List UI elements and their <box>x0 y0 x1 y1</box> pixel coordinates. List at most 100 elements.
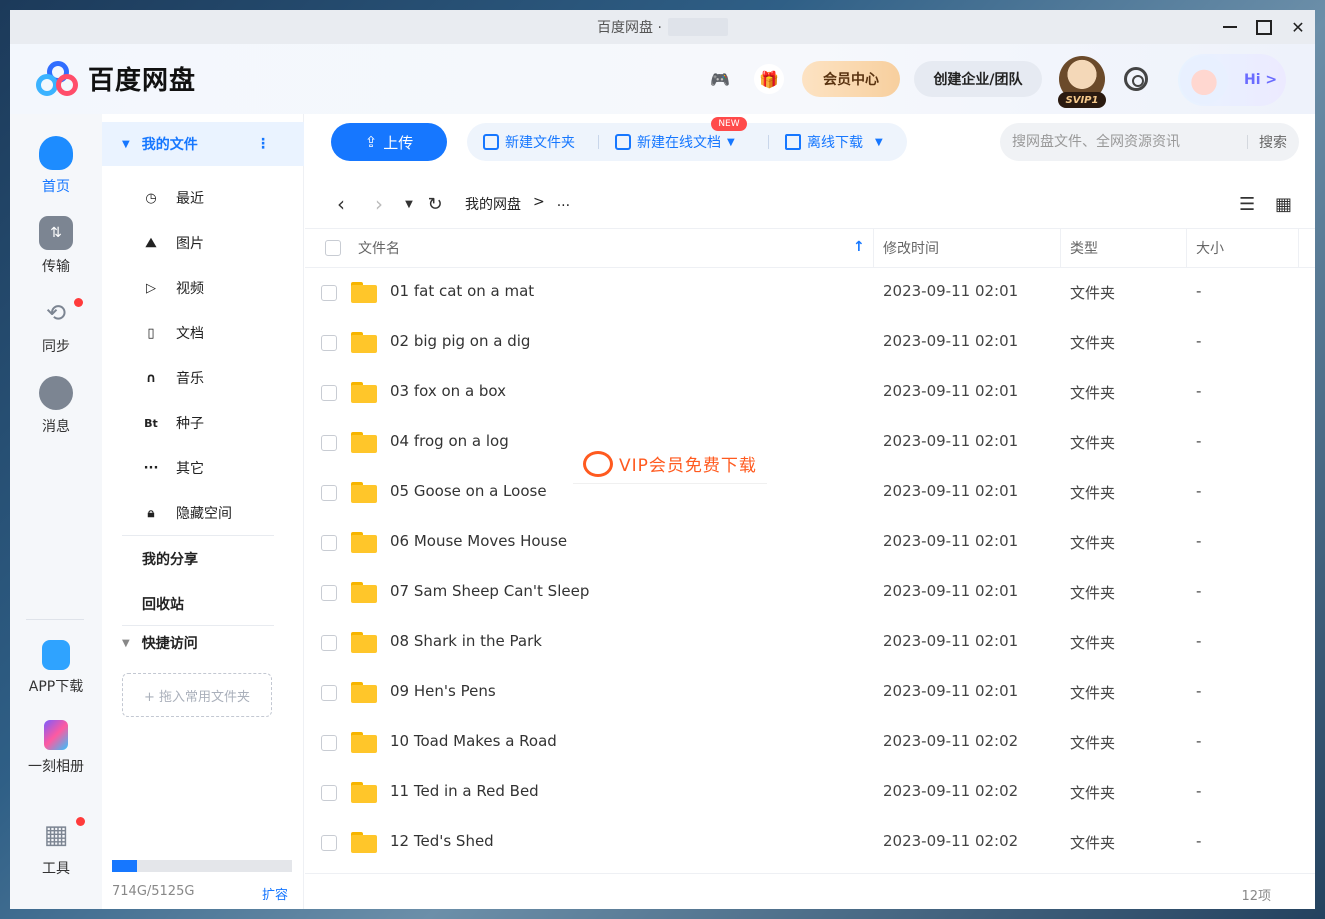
file-name[interactable]: 06 Mouse Moves House <box>390 532 567 550</box>
file-name[interactable]: 02 big pig on a dig <box>390 332 530 350</box>
sidebar-item-recycle-bin[interactable]: 回收站 <box>142 594 184 614</box>
sidebar-item-images[interactable]: ⛰ 图片 <box>142 231 204 255</box>
bt-icon: Bt <box>144 416 158 430</box>
rail-item-messages[interactable]: 消息 <box>10 376 102 436</box>
sidebar-item-my-files[interactable]: ▼ 我的文件 ⋮ <box>102 122 304 166</box>
table-row[interactable]: 02 big pig on a dig 2023-09-11 02:01 文件夹 - <box>305 318 1315 368</box>
minimize-button[interactable] <box>1213 10 1247 44</box>
window-title-text: 百度网盘 · <box>597 20 662 36</box>
row-checkbox[interactable] <box>321 635 337 655</box>
column-header-type[interactable]: 类型 <box>1070 229 1098 267</box>
rail-item-album[interactable]: 一刻相册 <box>10 720 102 776</box>
file-name[interactable]: 11 Ted in a Red Bed <box>390 782 539 800</box>
row-checkbox[interactable] <box>321 485 337 505</box>
column-header-name[interactable]: 文件名 <box>358 229 400 267</box>
dropdown-caret-icon: ▼ <box>727 136 735 148</box>
search-button[interactable]: 搜索 <box>1259 123 1287 161</box>
file-name[interactable]: 08 Shark in the Park <box>390 632 542 650</box>
vip-center-button[interactable]: 会员中心 <box>802 61 900 97</box>
upload-button[interactable]: ⇪ 上传 <box>331 123 447 161</box>
maximize-button[interactable] <box>1247 10 1281 44</box>
rail-item-home[interactable]: 首页 <box>10 136 102 196</box>
history-dropdown-icon[interactable]: ▼ <box>397 190 421 218</box>
row-checkbox[interactable] <box>321 435 337 455</box>
rail-item-tools[interactable]: ▦ 工具 <box>10 818 102 878</box>
gamepad-icon[interactable]: 🎮 <box>705 64 735 94</box>
sidebar-item-hidden-space[interactable]: 🔒︎ 隐藏空间 <box>142 501 232 525</box>
grid-view-icon[interactable]: ▦ <box>1275 194 1292 215</box>
breadcrumb-root[interactable]: 我的网盘 <box>465 194 521 214</box>
sidebar-item-torrents[interactable]: Bt 种子 <box>142 411 204 435</box>
table-row[interactable]: 08 Shark in the Park 2023-09-11 02:01 文件夹 - <box>305 618 1315 668</box>
column-header-mtime[interactable]: 修改时间 <box>883 229 939 267</box>
row-checkbox[interactable] <box>321 535 337 555</box>
sidebar-item-recent[interactable]: ◷ 最近 <box>142 186 204 210</box>
table-row[interactable]: 10 Toad Makes a Road 2023-09-11 02:02 文件夹 - <box>305 718 1315 768</box>
rail-item-sync[interactable]: ⟲ 同步 <box>10 296 102 356</box>
column-header-size[interactable]: 大小 <box>1196 229 1224 267</box>
row-checkbox[interactable] <box>321 385 337 405</box>
row-checkbox[interactable] <box>321 735 337 755</box>
forward-arrow-icon[interactable]: › <box>367 190 391 218</box>
settings-icon[interactable] <box>1124 67 1148 91</box>
more-vertical-icon[interactable]: ⋮ <box>256 136 270 152</box>
create-enterprise-button[interactable]: 创建企业/团队 <box>914 61 1042 97</box>
file-name[interactable]: 05 Goose on a Loose <box>390 482 547 500</box>
file-name[interactable]: 04 frog on a log <box>390 432 509 450</box>
search-input[interactable] <box>1012 123 1242 161</box>
refresh-icon[interactable]: ↻ <box>423 190 447 218</box>
file-type: 文件夹 <box>1070 284 1116 302</box>
collapse-triangle-icon[interactable]: ▼ <box>122 139 130 150</box>
sync-icon: ⟲ <box>45 299 67 327</box>
hi-assistant-button[interactable]: Hi > <box>1178 54 1286 106</box>
close-button[interactable]: ✕ <box>1281 10 1315 44</box>
file-name[interactable]: 12 Ted's Shed <box>390 832 494 850</box>
left-rail: 首页 ⇅ 传输 ⟲ 同步 消息 APP下载 一刻相册 ▦ 工具 <box>10 114 102 909</box>
sort-list-icon[interactable]: ☰ <box>1239 194 1255 215</box>
back-arrow-icon[interactable]: ‹ <box>329 190 353 218</box>
file-name[interactable]: 09 Hen's Pens <box>390 682 496 700</box>
table-row[interactable]: 03 fox on a box 2023-09-11 02:01 文件夹 - <box>305 368 1315 418</box>
file-type: 文件夹 <box>1070 734 1116 752</box>
quick-access-header[interactable]: ▼ 快捷访问 <box>122 633 198 653</box>
rail-item-transfer[interactable]: ⇅ 传输 <box>10 216 102 276</box>
row-checkbox[interactable] <box>321 335 337 355</box>
file-name[interactable]: 07 Sam Sheep Can't Sleep <box>390 582 589 600</box>
breadcrumb-ellipsis[interactable]: ... <box>557 194 570 214</box>
drop-folder-zone[interactable]: + 拖入常用文件夹 <box>122 673 272 717</box>
file-mtime: 2023-09-11 02:01 <box>883 432 1019 450</box>
row-checkbox[interactable] <box>321 585 337 605</box>
row-checkbox[interactable] <box>321 785 337 805</box>
file-name[interactable]: 01 fat cat on a mat <box>390 282 534 300</box>
row-checkbox[interactable] <box>321 285 337 305</box>
lock-icon: 🔒︎ <box>147 505 155 521</box>
file-mtime: 2023-09-11 02:01 <box>883 282 1019 300</box>
row-checkbox[interactable] <box>321 835 337 855</box>
table-row[interactable]: 01 fat cat on a mat 2023-09-11 02:01 文件夹 - <box>305 268 1315 318</box>
sidebar-item-videos[interactable]: ▷ 视频 <box>142 276 204 300</box>
file-name[interactable]: 10 Toad Makes a Road <box>390 732 557 750</box>
sidebar-item-music[interactable]: ∩ 音乐 <box>142 366 204 390</box>
sidebar-item-documents[interactable]: ▯ 文档 <box>142 321 204 345</box>
row-checkbox[interactable] <box>321 685 337 705</box>
sidebar-item-other[interactable]: ··· 其它 <box>142 456 204 480</box>
rail-item-app-download[interactable]: APP下载 <box>10 640 102 696</box>
table-row[interactable]: 04 frog on a log 2023-09-11 02:01 文件夹 - <box>305 418 1315 468</box>
file-name[interactable]: 03 fox on a box <box>390 382 506 400</box>
gift-icon[interactable]: 🎁 <box>754 64 784 94</box>
offline-download-button[interactable]: 离线下载 ▼ <box>785 123 883 161</box>
expand-storage-link[interactable]: 扩容 <box>262 884 288 903</box>
select-all-checkbox[interactable] <box>325 229 341 267</box>
new-folder-icon <box>483 134 499 150</box>
table-row[interactable]: 12 Ted's Shed 2023-09-11 02:02 文件夹 - <box>305 818 1315 868</box>
sort-ascending-icon[interactable]: ↑ <box>853 239 865 255</box>
table-row[interactable]: 06 Mouse Moves House 2023-09-11 02:01 文件夹 - <box>305 518 1315 568</box>
sidebar-item-my-share[interactable]: 我的分享 <box>142 549 198 569</box>
table-row[interactable]: 11 Ted in a Red Bed 2023-09-11 02:02 文件夹 - <box>305 768 1315 818</box>
table-row[interactable]: 07 Sam Sheep Can't Sleep 2023-09-11 02:01… <box>305 568 1315 618</box>
phone-icon <box>42 640 70 670</box>
table-row[interactable]: 09 Hen's Pens 2023-09-11 02:01 文件夹 - <box>305 668 1315 718</box>
collapse-triangle-icon[interactable]: ▼ <box>122 638 130 649</box>
table-row[interactable]: 05 Goose on a Loose 2023-09-11 02:01 文件夹 - <box>305 468 1315 518</box>
new-folder-button[interactable]: 新建文件夹 <box>483 123 575 161</box>
